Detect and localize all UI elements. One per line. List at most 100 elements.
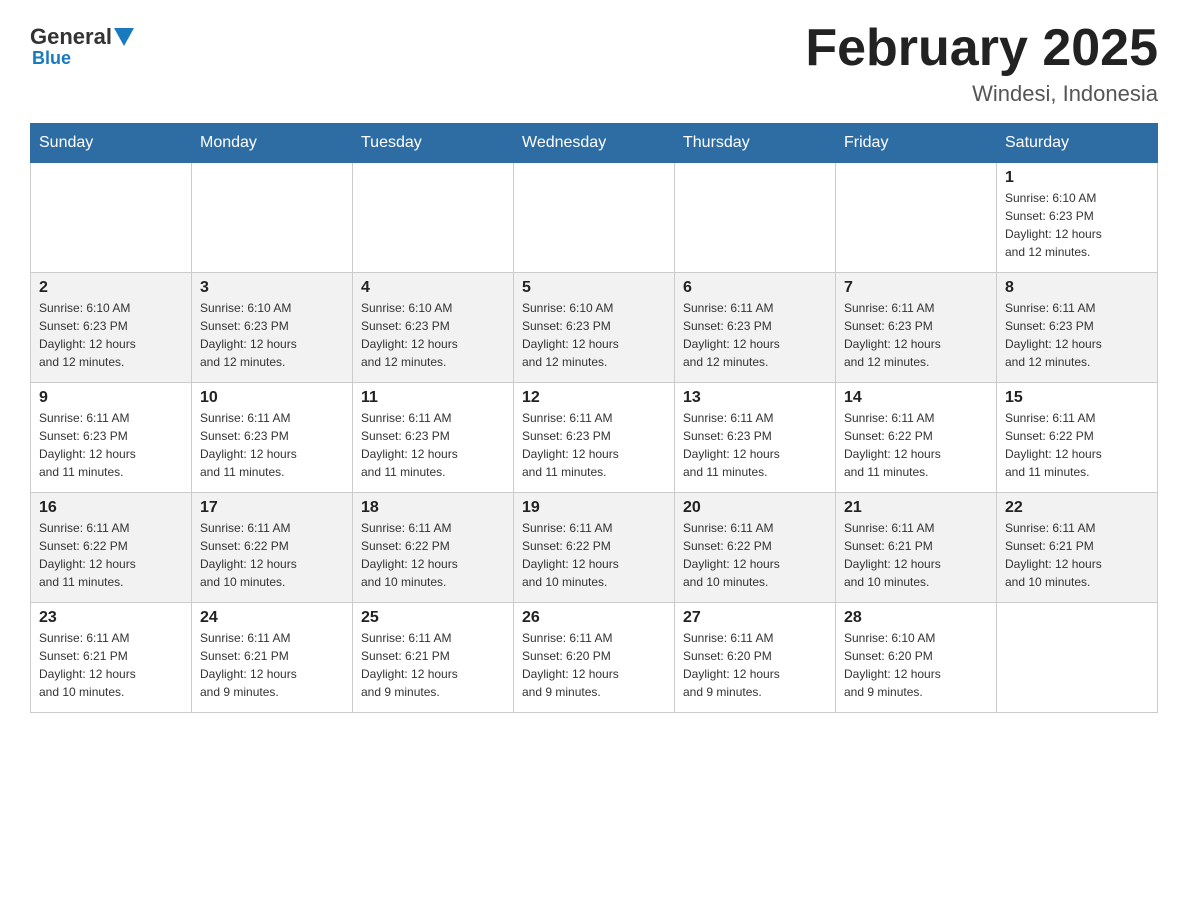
day-info: Sunrise: 6:10 AM Sunset: 6:23 PM Dayligh… [361, 299, 505, 371]
day-number: 5 [522, 279, 666, 297]
day-info: Sunrise: 6:11 AM Sunset: 6:23 PM Dayligh… [683, 299, 827, 371]
day-info: Sunrise: 6:10 AM Sunset: 6:23 PM Dayligh… [200, 299, 344, 371]
calendar-cell: 24 Sunrise: 6:11 AM Sunset: 6:21 PM Dayli… [192, 603, 353, 713]
day-info: Sunrise: 6:11 AM Sunset: 6:23 PM Dayligh… [844, 299, 988, 371]
day-number: 10 [200, 389, 344, 407]
calendar-cell [514, 163, 675, 273]
day-number: 11 [361, 389, 505, 407]
day-info: Sunrise: 6:10 AM Sunset: 6:20 PM Dayligh… [844, 629, 988, 701]
calendar-cell: 26 Sunrise: 6:11 AM Sunset: 6:20 PM Dayli… [514, 603, 675, 713]
calendar-cell: 1 Sunrise: 6:10 AM Sunset: 6:23 PM Daylig… [997, 163, 1158, 273]
day-info: Sunrise: 6:11 AM Sunset: 6:22 PM Dayligh… [844, 409, 988, 481]
day-number: 28 [844, 609, 988, 627]
day-info: Sunrise: 6:11 AM Sunset: 6:23 PM Dayligh… [200, 409, 344, 481]
day-number: 21 [844, 499, 988, 517]
day-number: 2 [39, 279, 183, 297]
day-number: 13 [683, 389, 827, 407]
calendar-cell: 25 Sunrise: 6:11 AM Sunset: 6:21 PM Dayli… [353, 603, 514, 713]
day-info: Sunrise: 6:11 AM Sunset: 6:21 PM Dayligh… [200, 629, 344, 701]
day-info: Sunrise: 6:10 AM Sunset: 6:23 PM Dayligh… [522, 299, 666, 371]
calendar-cell [31, 163, 192, 273]
day-info: Sunrise: 6:11 AM Sunset: 6:23 PM Dayligh… [683, 409, 827, 481]
month-title: February 2025 [805, 20, 1158, 77]
day-info: Sunrise: 6:11 AM Sunset: 6:20 PM Dayligh… [683, 629, 827, 701]
day-number: 4 [361, 279, 505, 297]
day-info: Sunrise: 6:11 AM Sunset: 6:22 PM Dayligh… [683, 519, 827, 591]
day-number: 19 [522, 499, 666, 517]
day-info: Sunrise: 6:11 AM Sunset: 6:22 PM Dayligh… [39, 519, 183, 591]
day-number: 6 [683, 279, 827, 297]
day-number: 9 [39, 389, 183, 407]
calendar-cell: 11Sunrise: 6:11 AM Sunset: 6:23 PM Dayli… [353, 383, 514, 493]
calendar-cell: 7 Sunrise: 6:11 AM Sunset: 6:23 PM Daylig… [836, 273, 997, 383]
calendar-cell [997, 603, 1158, 713]
calendar-cell: 18 Sunrise: 6:11 AM Sunset: 6:22 PM Dayli… [353, 493, 514, 603]
calendar-cell: 2 Sunrise: 6:10 AM Sunset: 6:23 PM Daylig… [31, 273, 192, 383]
day-info: Sunrise: 6:10 AM Sunset: 6:23 PM Dayligh… [1005, 189, 1149, 261]
page-header: General Blue February 2025 Windesi, Indo… [30, 20, 1158, 107]
calendar-week-row: 9 Sunrise: 6:11 AM Sunset: 6:23 PM Daylig… [31, 383, 1158, 493]
day-info: Sunrise: 6:11 AM Sunset: 6:21 PM Dayligh… [39, 629, 183, 701]
logo-general: General [30, 24, 112, 50]
calendar-week-row: 23 Sunrise: 6:11 AM Sunset: 6:21 PM Dayli… [31, 603, 1158, 713]
calendar-cell: 14 Sunrise: 6:11 AM Sunset: 6:22 PM Dayli… [836, 383, 997, 493]
day-info: Sunrise: 6:11 AM Sunset: 6:21 PM Dayligh… [1005, 519, 1149, 591]
calendar-cell: 3 Sunrise: 6:10 AM Sunset: 6:23 PM Daylig… [192, 273, 353, 383]
logo-text: General [30, 24, 136, 50]
calendar-cell: 22Sunrise: 6:11 AM Sunset: 6:21 PM Dayli… [997, 493, 1158, 603]
header-wednesday: Wednesday [514, 124, 675, 163]
day-info: Sunrise: 6:11 AM Sunset: 6:23 PM Dayligh… [522, 409, 666, 481]
day-number: 25 [361, 609, 505, 627]
calendar-cell: 21 Sunrise: 6:11 AM Sunset: 6:21 PM Dayli… [836, 493, 997, 603]
calendar-cell: 20 Sunrise: 6:11 AM Sunset: 6:22 PM Dayli… [675, 493, 836, 603]
calendar-week-row: 1 Sunrise: 6:10 AM Sunset: 6:23 PM Daylig… [31, 163, 1158, 273]
day-info: Sunrise: 6:11 AM Sunset: 6:21 PM Dayligh… [361, 629, 505, 701]
calendar-cell: 13 Sunrise: 6:11 AM Sunset: 6:23 PM Dayli… [675, 383, 836, 493]
calendar-cell [353, 163, 514, 273]
day-number: 24 [200, 609, 344, 627]
calendar-cell: 8 Sunrise: 6:11 AM Sunset: 6:23 PM Daylig… [997, 273, 1158, 383]
calendar-cell: 5 Sunrise: 6:10 AM Sunset: 6:23 PM Daylig… [514, 273, 675, 383]
header-sunday: Sunday [31, 124, 192, 163]
day-number: 23 [39, 609, 183, 627]
header-tuesday: Tuesday [353, 124, 514, 163]
calendar-cell: 19Sunrise: 6:11 AM Sunset: 6:22 PM Dayli… [514, 493, 675, 603]
calendar-cell: 12 Sunrise: 6:11 AM Sunset: 6:23 PM Dayli… [514, 383, 675, 493]
day-number: 8 [1005, 279, 1149, 297]
logo: General Blue [30, 20, 136, 69]
calendar-cell: 4 Sunrise: 6:10 AM Sunset: 6:23 PM Daylig… [353, 273, 514, 383]
calendar-cell: 6 Sunrise: 6:11 AM Sunset: 6:23 PM Daylig… [675, 273, 836, 383]
day-number: 1 [1005, 169, 1149, 187]
calendar-cell: 17Sunrise: 6:11 AM Sunset: 6:22 PM Dayli… [192, 493, 353, 603]
day-number: 3 [200, 279, 344, 297]
day-number: 12 [522, 389, 666, 407]
header-friday: Friday [836, 124, 997, 163]
day-info: Sunrise: 6:11 AM Sunset: 6:21 PM Dayligh… [844, 519, 988, 591]
calendar-cell: 28 Sunrise: 6:10 AM Sunset: 6:20 PM Dayli… [836, 603, 997, 713]
day-number: 14 [844, 389, 988, 407]
day-number: 7 [844, 279, 988, 297]
day-number: 27 [683, 609, 827, 627]
day-number: 18 [361, 499, 505, 517]
day-info: Sunrise: 6:11 AM Sunset: 6:23 PM Dayligh… [1005, 299, 1149, 371]
header-thursday: Thursday [675, 124, 836, 163]
day-info: Sunrise: 6:11 AM Sunset: 6:22 PM Dayligh… [361, 519, 505, 591]
day-info: Sunrise: 6:10 AM Sunset: 6:23 PM Dayligh… [39, 299, 183, 371]
logo-triangle-icon [114, 28, 134, 46]
calendar-cell [836, 163, 997, 273]
calendar-week-row: 16Sunrise: 6:11 AM Sunset: 6:22 PM Dayli… [31, 493, 1158, 603]
location-title: Windesi, Indonesia [805, 81, 1158, 107]
day-info: Sunrise: 6:11 AM Sunset: 6:23 PM Dayligh… [39, 409, 183, 481]
calendar-cell [675, 163, 836, 273]
calendar-week-row: 2 Sunrise: 6:10 AM Sunset: 6:23 PM Daylig… [31, 273, 1158, 383]
calendar-cell [192, 163, 353, 273]
day-info: Sunrise: 6:11 AM Sunset: 6:20 PM Dayligh… [522, 629, 666, 701]
day-number: 20 [683, 499, 827, 517]
day-number: 26 [522, 609, 666, 627]
calendar-header-row: SundayMondayTuesdayWednesdayThursdayFrid… [31, 124, 1158, 163]
calendar-cell: 9 Sunrise: 6:11 AM Sunset: 6:23 PM Daylig… [31, 383, 192, 493]
calendar-cell: 27 Sunrise: 6:11 AM Sunset: 6:20 PM Dayli… [675, 603, 836, 713]
calendar-cell: 15Sunrise: 6:11 AM Sunset: 6:22 PM Dayli… [997, 383, 1158, 493]
day-info: Sunrise: 6:11 AM Sunset: 6:22 PM Dayligh… [200, 519, 344, 591]
calendar-table: SundayMondayTuesdayWednesdayThursdayFrid… [30, 123, 1158, 713]
